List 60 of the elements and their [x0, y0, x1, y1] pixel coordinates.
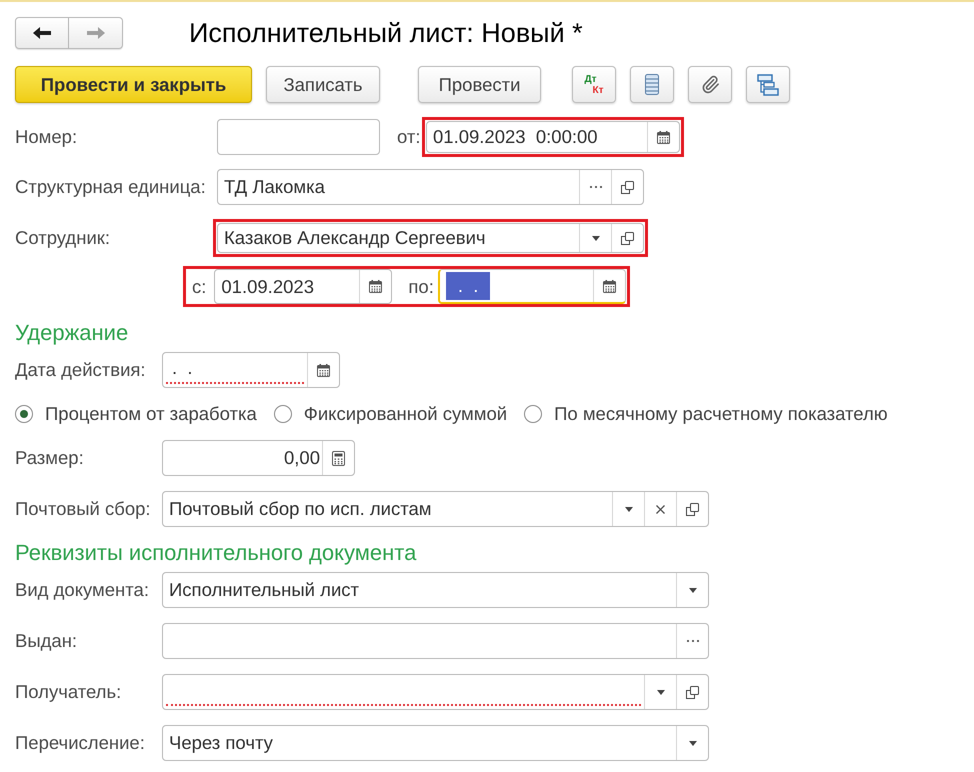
toolbar-button[interactable]: Провести — [418, 66, 541, 103]
arrow-left-icon — [33, 27, 51, 39]
field-label: Почтовый сбор: — [15, 497, 152, 522]
caret-icon — [688, 588, 696, 592]
input-field[interactable]: Через почту — [162, 725, 709, 761]
squares-icon — [686, 502, 699, 516]
section-heading: Удержание — [15, 321, 130, 345]
calendar-icon — [317, 364, 330, 376]
date-field[interactable]: 01.09.2023 0:00:00 — [426, 121, 680, 153]
input-field[interactable] — [162, 623, 709, 659]
back-button[interactable] — [15, 17, 69, 49]
toolbar-button[interactable]: Записать — [266, 66, 380, 103]
structure-button[interactable] — [746, 66, 790, 103]
squares-icon — [621, 232, 634, 244]
list-button[interactable] — [630, 66, 674, 103]
field-label: Номер: — [15, 125, 78, 150]
radio-option[interactable]: По месячному расчетному показателю — [524, 400, 888, 428]
field-label: Размер: — [15, 446, 85, 470]
window-title: Исполнительный лист: Новый * — [189, 16, 583, 50]
number-field[interactable] — [217, 119, 380, 155]
date-field[interactable]: 01.09.2023 — [214, 269, 392, 304]
caret-icon — [624, 506, 632, 512]
input-field[interactable]: Исполнительный лист — [162, 572, 709, 608]
input-field[interactable]: Почтовый сбор по исп. листам — [162, 491, 709, 527]
field-label: с: — [192, 274, 206, 299]
close-icon — [656, 504, 665, 514]
paperclip-icon — [700, 75, 720, 94]
squares-icon — [621, 180, 634, 194]
date-field[interactable]: . . — [162, 352, 340, 388]
field-label: от: — [397, 125, 422, 150]
default-button[interactable]: Провести и закрыть — [15, 66, 252, 103]
field-label: Вид документа: — [15, 578, 150, 602]
caret-icon — [656, 690, 664, 694]
field-label: Структурная единица: — [15, 175, 207, 200]
field-label: Получатель: — [15, 680, 122, 704]
hierarchy-icon — [757, 74, 779, 96]
field-label: Выдан: — [15, 629, 78, 654]
attachment-button[interactable] — [688, 66, 732, 103]
radio-option[interactable]: Фиксированной суммой — [274, 400, 508, 428]
arrow-right-icon — [86, 27, 104, 39]
caret-icon — [592, 236, 600, 240]
number-field[interactable]: 0,00 — [162, 440, 355, 476]
squares-icon — [686, 686, 699, 698]
debit-credit-button[interactable]: Дт Кт — [572, 66, 616, 103]
field-label: по: — [408, 274, 434, 299]
input-field[interactable] — [162, 674, 709, 710]
input-field[interactable]: Казаков Александр Сергеевич — [217, 223, 644, 253]
field-label: Перечисление: — [15, 731, 146, 756]
field-label: Сотрудник: — [15, 226, 112, 250]
field-label: Дата действия: — [15, 358, 147, 382]
calculator-icon — [332, 450, 345, 466]
input-field[interactable]: ТД Лакомка — [217, 169, 644, 205]
calendar-icon — [657, 130, 670, 144]
section-heading: Реквизиты исполнительного документа — [15, 541, 418, 565]
date-field[interactable]: . . — [438, 269, 626, 304]
radio-option[interactable]: Процентом от заработка — [15, 400, 257, 428]
caret-icon — [688, 740, 696, 746]
calendar-icon — [603, 280, 616, 292]
calendar-icon — [369, 280, 382, 293]
list-icon — [645, 74, 659, 95]
